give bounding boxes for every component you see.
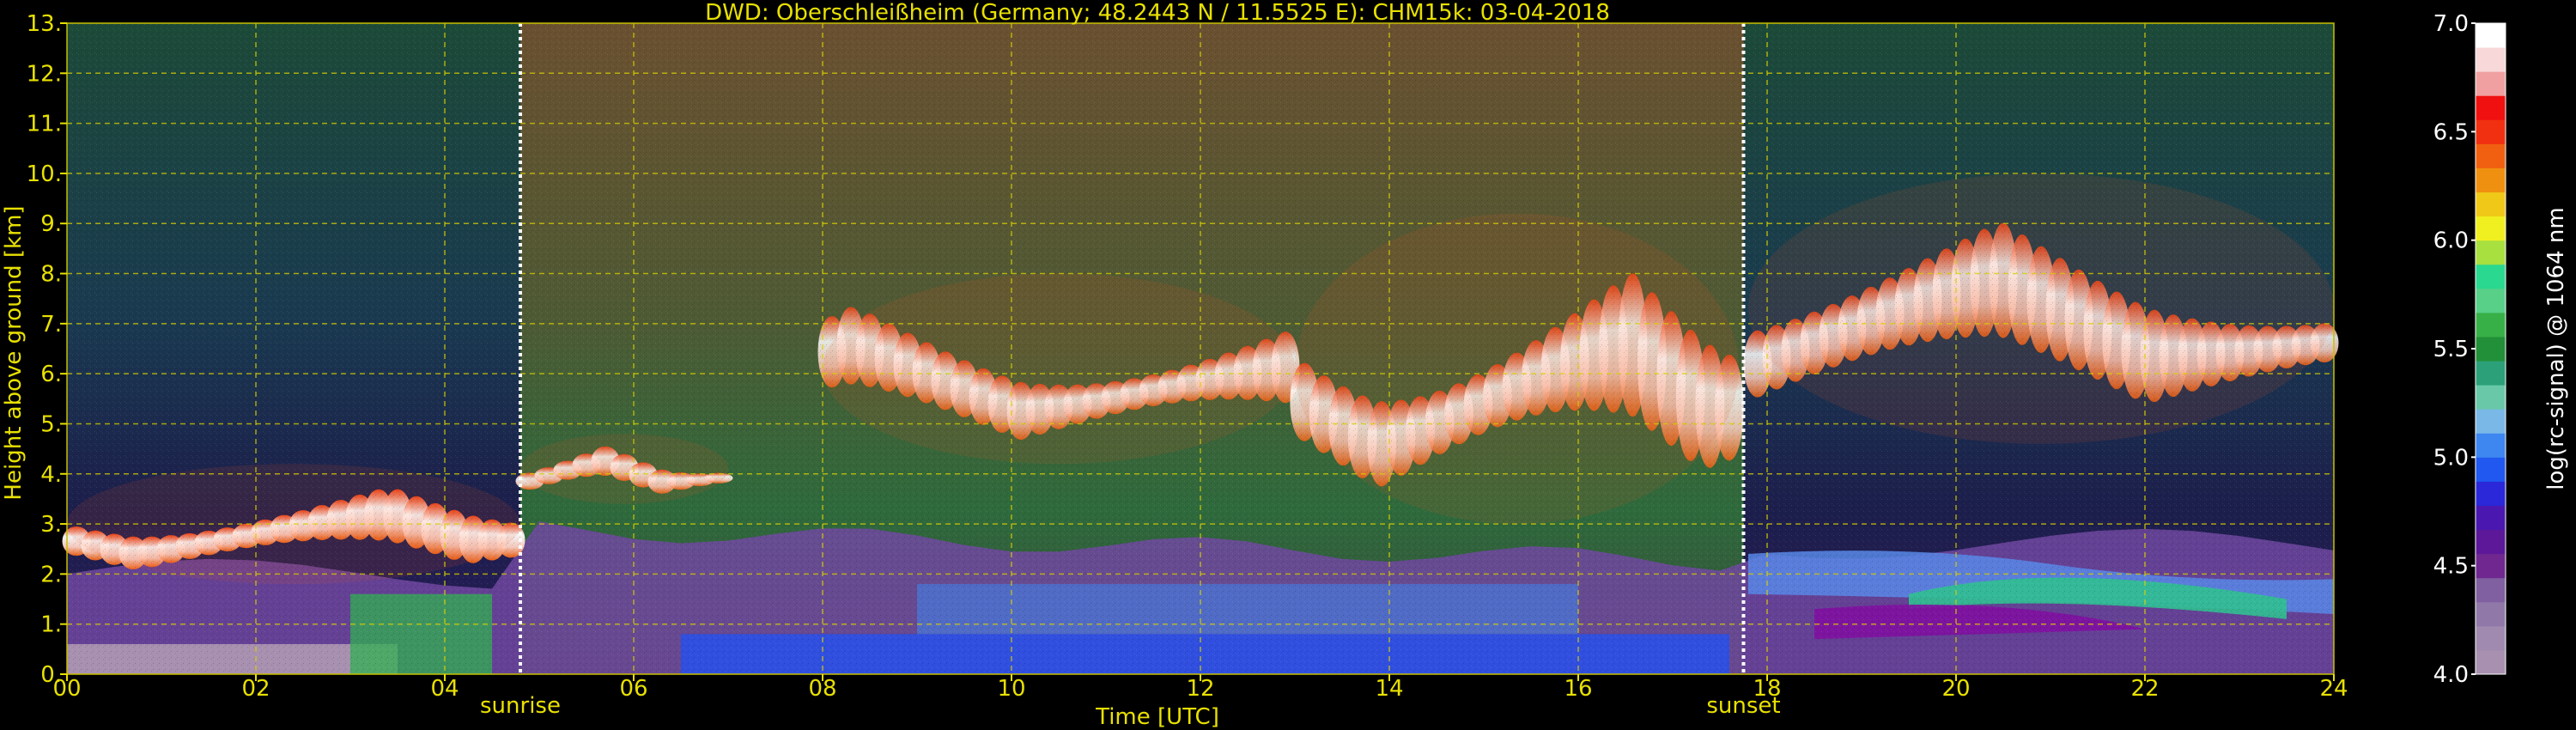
colorbar-segment [2476, 47, 2506, 72]
colorbar-tick-label: 4.5 [2433, 554, 2469, 580]
x-tick-label: 06 [619, 676, 647, 702]
y-tick-label: 0. [40, 662, 62, 688]
x-tick-label: 02 [241, 676, 270, 702]
colorbar-segment [2476, 23, 2506, 48]
colorbar-segment [2476, 409, 2506, 434]
y-tick-label: 2. [40, 562, 62, 587]
y-tick-label: 8. [40, 262, 62, 288]
y-tick-label: 10. [27, 161, 62, 187]
colorbar-segment [2476, 336, 2506, 362]
y-tick-label: 5. [40, 411, 62, 437]
colorbar-segment [2476, 71, 2506, 96]
colorbar-tick-label: 5.0 [2433, 445, 2469, 471]
colorbar-segment [2476, 288, 2506, 313]
colorbar-segment [2476, 167, 2506, 193]
colorbar-segment [2476, 505, 2506, 531]
colorbar-segment [2476, 625, 2506, 651]
x-tick-label: 16 [1564, 676, 1592, 702]
x-tick-label: 24 [2319, 676, 2348, 702]
colorbar-segment [2476, 192, 2506, 217]
colorbar-segment [2476, 143, 2506, 168]
sunrise-label: sunrise [480, 693, 561, 719]
x-tick-label: 12 [1186, 676, 1214, 702]
colorbar-segment [2476, 385, 2506, 410]
colorbar-segment [2476, 457, 2506, 482]
y-tick-label: 7. [40, 312, 62, 338]
colorbar-tick-label: 5.5 [2433, 337, 2469, 362]
colorbar-segment [2476, 553, 2506, 579]
colorbar-segment [2476, 433, 2506, 458]
y-tick-label: 13. [27, 11, 62, 37]
x-tick-label: 08 [808, 676, 836, 702]
colorbar-segment [2476, 601, 2506, 627]
colorbar-segment [2476, 649, 2506, 675]
colorbar-tick-label: 6.0 [2433, 228, 2469, 254]
y-axis-label: Height above ground [km] [1, 205, 27, 500]
y-tick-label: 9. [40, 211, 62, 237]
x-tick-label: 04 [430, 676, 459, 702]
x-tick-label: 20 [1941, 676, 1970, 702]
x-axis-label: Time [UTC] [1095, 704, 1219, 730]
y-tick-label: 12. [27, 61, 62, 87]
y-tick-label: 3. [40, 512, 62, 538]
colorbar-segment [2476, 361, 2506, 386]
y-tick-label: 4. [40, 462, 62, 488]
colorbar-tick-label: 6.5 [2433, 119, 2469, 145]
y-tick-label: 1. [40, 612, 62, 638]
colorbar-label: log(rc-signal) @ 1064 nm [2543, 207, 2569, 490]
colorbar-segment [2476, 481, 2506, 506]
colorbar-segment [2476, 264, 2506, 289]
colorbar-segment [2476, 119, 2506, 144]
y-tick-label: 6. [40, 362, 62, 387]
colorbar-segment [2476, 95, 2506, 120]
x-tick-label: 22 [2130, 676, 2159, 702]
x-tick-label: 14 [1375, 676, 1403, 702]
y-tick-label: 11. [27, 112, 62, 137]
colorbar-segment [2476, 529, 2506, 555]
chart-canvas: sunrise sunset00 02 04 06 08 10 12 14 16 18 20 22 240… [1, 0, 2569, 730]
colorbar-tick-label: 7.0 [2433, 11, 2469, 37]
colorbar-segment [2476, 240, 2506, 265]
colorbar-segment [2476, 577, 2506, 603]
colorbar-tick-label: 4.0 [2433, 662, 2469, 688]
colorbar-segment [2476, 312, 2506, 338]
chart-title: DWD: Oberschleißheim (Germany; 48.2443 N… [705, 0, 1610, 26]
x-tick-label: 10 [997, 676, 1025, 702]
colorbar-segment [2476, 216, 2506, 241]
x-tick-label: 18 [1753, 676, 1781, 702]
